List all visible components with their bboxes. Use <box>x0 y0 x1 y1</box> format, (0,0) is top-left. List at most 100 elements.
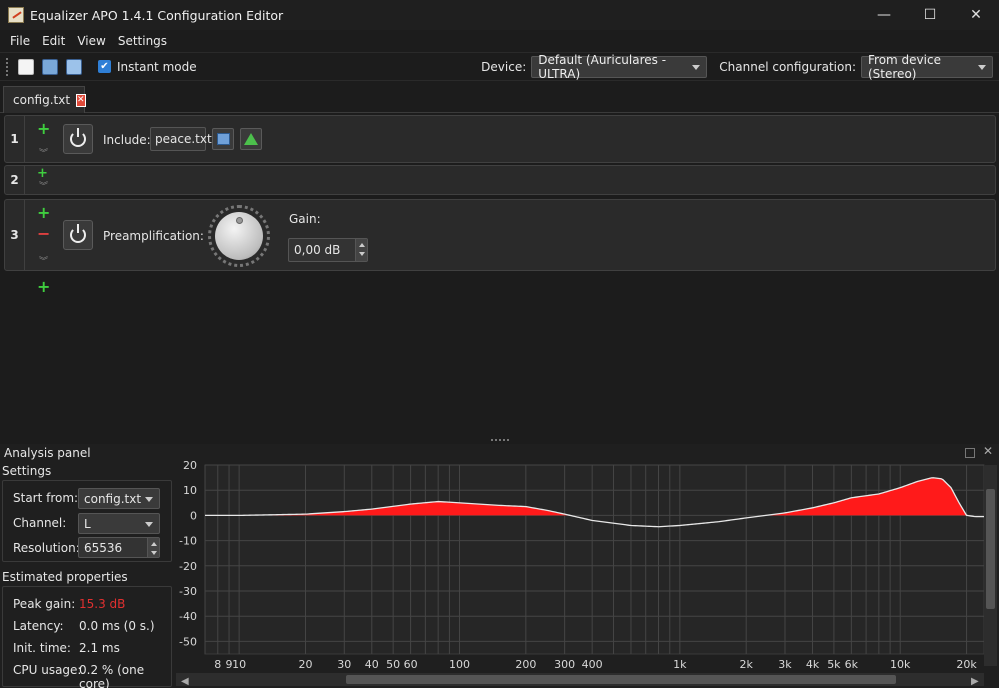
horizontal-scroll-thumb <box>346 675 896 684</box>
device-label: Device: <box>481 60 527 74</box>
window-title: Equalizer APO 1.4.1 Configuration Editor <box>30 7 284 23</box>
chevron-down-icon <box>145 522 153 527</box>
chevron-down-icon <box>145 497 153 502</box>
power-toggle-button[interactable] <box>63 124 93 154</box>
y-tick-label: 20 <box>183 459 197 472</box>
maximize-button[interactable]: ☐ <box>907 0 953 30</box>
add-filter-icon[interactable]: + <box>37 205 50 221</box>
preamp-label: Preamplification: <box>103 229 204 243</box>
splitter-grip[interactable] <box>491 439 509 441</box>
remove-filter-icon[interactable]: − <box>37 226 50 242</box>
tab-config[interactable]: config.txt ✕ <box>3 86 86 113</box>
include-label: Include: <box>103 133 151 147</box>
add-filter-icon[interactable]: + <box>37 121 50 137</box>
instant-mode-checkbox[interactable]: ✔ <box>98 60 111 73</box>
open-file-icon[interactable] <box>42 58 58 75</box>
menu-settings[interactable]: Settings <box>112 34 173 48</box>
resolution-label: Resolution: <box>13 541 80 555</box>
tab-bar: config.txt ✕ <box>0 83 999 113</box>
channel-label: Channel: <box>13 516 67 530</box>
scroll-right-icon: ▶ <box>971 676 979 687</box>
settings-group: Start from: config.txt Channel: L Resolu… <box>2 480 172 562</box>
add-filter-icon[interactable]: + <box>37 167 48 180</box>
peak-gain-label: Peak gain: <box>13 597 76 611</box>
device-select-value: Default (Auriculares - ULTRA) <box>538 53 667 81</box>
expand-chevron-icon[interactable]: ︾ <box>39 150 48 159</box>
gain-value: 0,00 dB <box>294 243 341 257</box>
analysis-panel: Analysis panel ✕ Settings Start from: co… <box>0 444 999 688</box>
edit-include-button[interactable] <box>240 128 262 150</box>
settings-group-title: Settings <box>2 464 52 478</box>
row-number: 2 <box>5 166 25 194</box>
x-tick-label: 30 <box>337 658 351 671</box>
init-time-label: Init. time: <box>13 641 71 655</box>
close-tab-icon[interactable]: ✕ <box>76 93 86 107</box>
close-panel-icon[interactable]: ✕ <box>983 444 993 458</box>
menu-edit[interactable]: Edit <box>36 34 71 48</box>
include-file-field[interactable]: peace.txt <box>150 127 212 151</box>
y-tick-label: 10 <box>183 484 197 497</box>
open-include-button[interactable] <box>212 128 234 150</box>
x-tick-label: 10k <box>890 658 911 671</box>
chevron-down-icon <box>692 64 701 70</box>
knob-indicator <box>236 217 243 224</box>
start-from-select[interactable]: config.txt <box>78 488 160 509</box>
x-tick-label: 8 <box>214 658 221 671</box>
analysis-panel-title: Analysis panel <box>4 446 91 460</box>
x-tick-label: 100 <box>449 658 470 671</box>
scroll-left-icon: ◀ <box>181 676 189 687</box>
channel-value: L <box>84 516 91 531</box>
cpu-usage-value: 0.2 % (one core) <box>79 663 145 688</box>
spin-arrows-icon[interactable] <box>355 239 367 261</box>
menu-bar: File Edit View Settings <box>0 30 999 51</box>
latency-label: Latency: <box>13 619 64 633</box>
minimize-button[interactable]: — <box>861 0 907 30</box>
y-tick-label: -20 <box>179 560 197 573</box>
menu-file[interactable]: File <box>4 34 36 48</box>
save-file-icon[interactable] <box>66 58 82 75</box>
expand-chevron-icon[interactable]: ︾ <box>39 183 48 192</box>
x-tick-label: 40 <box>365 658 379 671</box>
x-tick-label: 50 <box>386 658 400 671</box>
power-icon <box>70 224 86 243</box>
plot-area <box>204 464 985 655</box>
close-button[interactable]: ✕ <box>953 0 999 30</box>
power-toggle-button[interactable] <box>63 220 93 250</box>
filter-row-1: 1 + ︾ Include: peace.txt <box>4 115 996 163</box>
toolbar-grip[interactable] <box>6 57 10 76</box>
frequency-response-chart[interactable]: 20 10 0 -10 -20 -30 -40 -50 8 9 10 20 30 40 50 60 100 200… <box>176 459 997 687</box>
add-filter-icon[interactable]: + <box>37 279 50 295</box>
spin-arrows-icon[interactable] <box>147 538 159 557</box>
channel-select[interactable]: L <box>78 513 160 534</box>
latency-value: 0.0 ms (0 s.) <box>79 619 155 633</box>
expand-chevron-icon[interactable]: ︾ <box>39 258 48 267</box>
filter-row-3: 3 + − ︾ Preamplification: Gain: 0,00 dB <box>4 199 996 271</box>
filter-row-2: 2 + ︾ <box>4 165 996 195</box>
panel-splitter[interactable] <box>0 436 999 444</box>
up-arrow-icon <box>244 133 258 145</box>
gain-spinbox[interactable]: 0,00 dB <box>288 238 368 262</box>
y-tick-label: 0 <box>190 509 197 522</box>
channel-config-select[interactable]: From device (Stereo) <box>861 53 993 81</box>
device-select[interactable]: Default (Auriculares - ULTRA) <box>531 53 708 81</box>
resolution-spinbox[interactable]: 65536 <box>78 537 160 558</box>
x-tick-label: 400 <box>582 658 603 671</box>
new-file-icon[interactable] <box>18 58 34 75</box>
frequency-response-svg: 20100-10-20-30-40-508 9 10 20 30 40 50 60 100 200… <box>176 459 997 687</box>
notepad-icon <box>8 7 24 23</box>
x-tick-label: 60 <box>404 658 418 671</box>
y-tick-label: -50 <box>179 635 197 648</box>
estimated-group-title: Estimated properties <box>2 570 128 584</box>
x-tick-label: 20 <box>298 658 312 671</box>
float-panel-icon[interactable] <box>965 448 975 458</box>
gain-knob[interactable] <box>208 205 270 267</box>
resolution-value: 65536 <box>84 540 123 555</box>
init-time-value: 2.1 ms <box>79 641 120 655</box>
floppy-icon <box>216 133 230 145</box>
start-from-label: Start from: <box>13 491 79 505</box>
chevron-down-icon <box>978 64 986 70</box>
menu-view[interactable]: View <box>71 34 111 48</box>
x-tick-label: 300 <box>554 658 575 671</box>
x-tick-label: 5k <box>827 658 841 671</box>
y-tick-label: -30 <box>179 585 197 598</box>
